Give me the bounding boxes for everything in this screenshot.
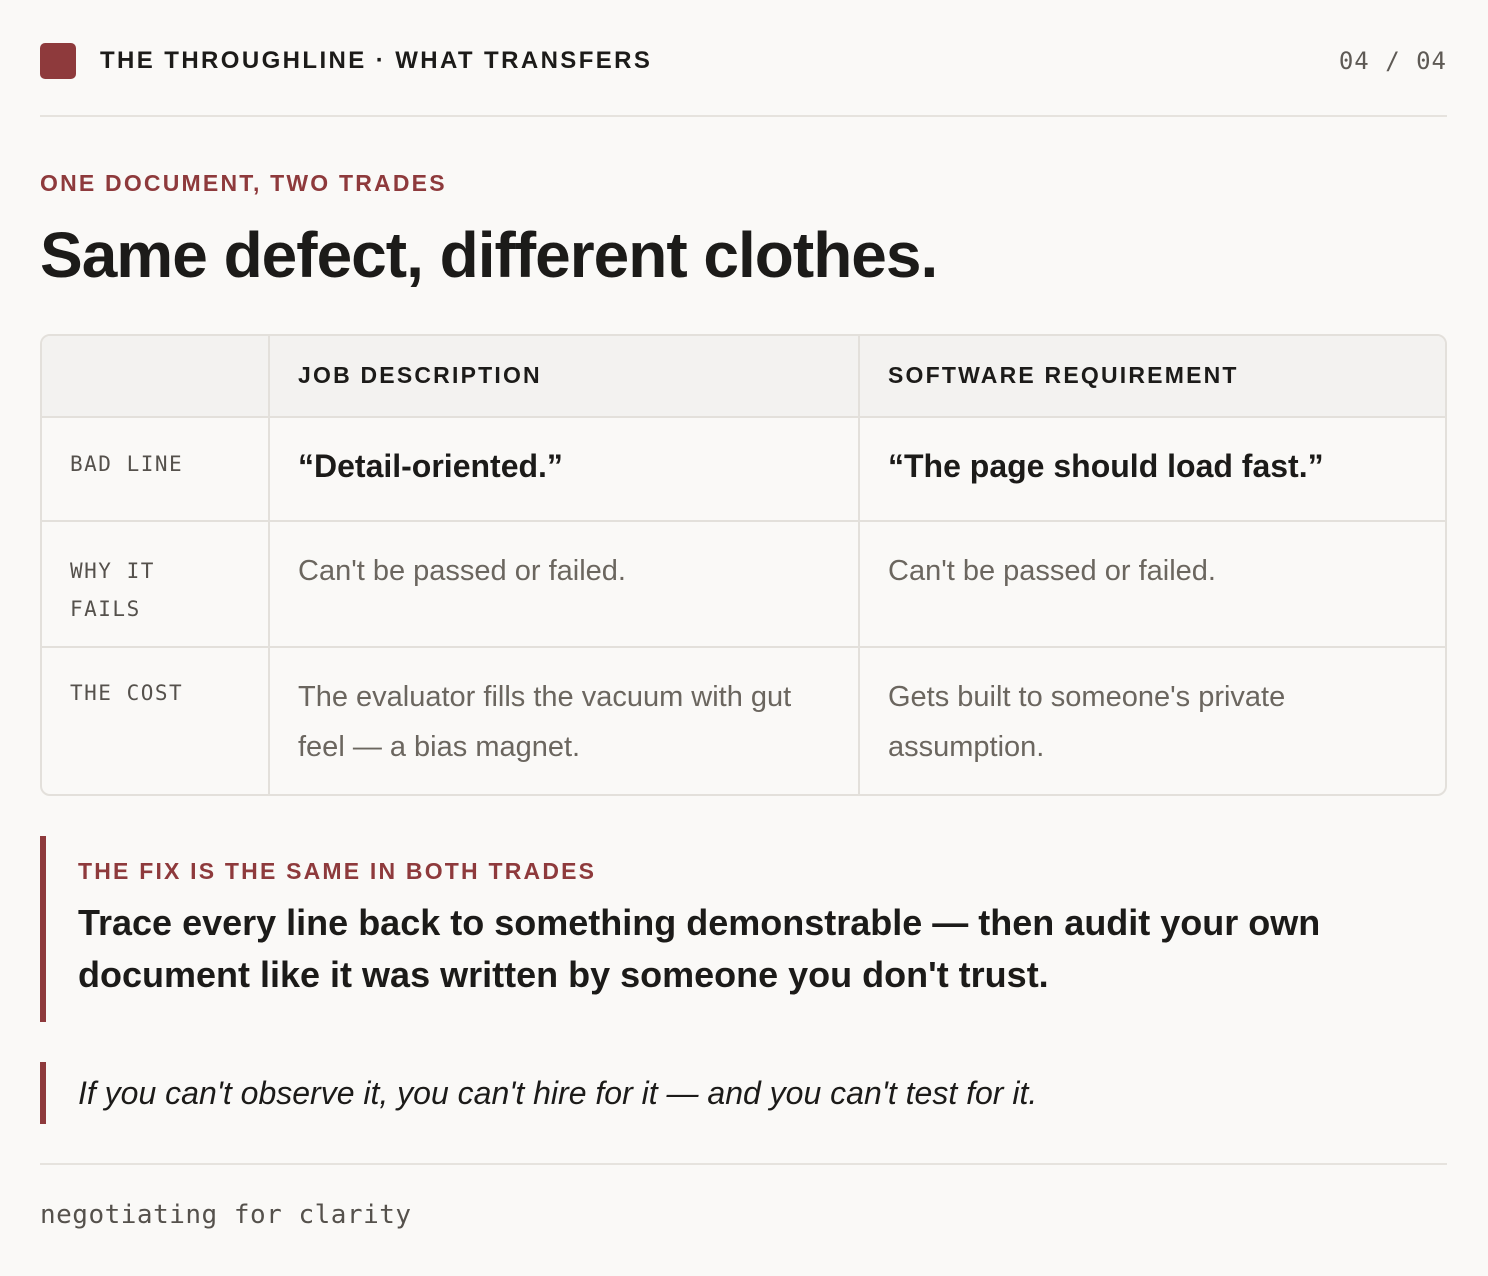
row-label-cell: WHY IT FAILS (42, 522, 268, 646)
software-cost: Gets built to someone's private assumpti… (888, 681, 1286, 763)
row-label-cell: THE COST (42, 648, 268, 794)
table-header-row: JOB DESCRIPTION SOFTWARE REQUIREMENT (42, 336, 1445, 416)
job-cell: Can't be passed or failed. (268, 522, 858, 646)
table-row: BAD LINE “Detail-oriented.” “The page sh… (42, 416, 1445, 520)
pull-quote-text: If you can't observe it, you can't hire … (78, 1074, 1038, 1111)
software-bad-line: “The page should load fast.” (888, 448, 1324, 484)
job-cell: The evaluator fills the vacuum with gut … (268, 648, 858, 794)
row-label: BAD LINE (70, 452, 184, 476)
header: THE THROUGHLINE · WHAT TRANSFERS 04 / 04 (40, 40, 1447, 82)
table-row: WHY IT FAILS Can't be passed or failed. … (42, 520, 1445, 646)
fix-callout: THE FIX IS THE SAME IN BOTH TRADES Trace… (40, 836, 1447, 1022)
header-divider (40, 115, 1447, 117)
row-label: THE COST (70, 681, 184, 705)
job-cell: “Detail-oriented.” (268, 418, 858, 520)
page-indicator: 04 / 04 (1338, 47, 1447, 75)
table-row: THE COST The evaluator fills the vacuum … (42, 646, 1445, 794)
brand-square-icon (40, 43, 76, 79)
section-eyebrow: ONE DOCUMENT, TWO TRADES (40, 170, 447, 196)
comparison-table: JOB DESCRIPTION SOFTWARE REQUIREMENT BAD… (40, 334, 1447, 796)
callout-text: Trace every line back to something demon… (78, 902, 1321, 995)
brand: THE THROUGHLINE · WHAT TRANSFERS (40, 43, 652, 79)
slide: THE THROUGHLINE · WHAT TRANSFERS 04 / 04… (40, 0, 1447, 1276)
table-header-software-requirement: SOFTWARE REQUIREMENT (858, 336, 1445, 416)
software-why-it-fails: Can't be passed or failed. (888, 555, 1216, 587)
pull-quote: If you can't observe it, you can't hire … (40, 1062, 1447, 1124)
row-label: WHY IT FAILS (70, 559, 155, 621)
table-header-empty (42, 336, 268, 416)
software-cell: “The page should load fast.” (858, 418, 1445, 520)
table-header-job-description: JOB DESCRIPTION (268, 336, 858, 416)
software-cell: Gets built to someone's private assumpti… (858, 648, 1445, 794)
row-label-cell: BAD LINE (42, 418, 268, 520)
software-cell: Can't be passed or failed. (858, 522, 1445, 646)
footer-divider (40, 1163, 1447, 1165)
callout-label: THE FIX IS THE SAME IN BOTH TRADES (78, 858, 597, 884)
job-bad-line: “Detail-oriented.” (298, 448, 563, 484)
page-title: Same defect, different clothes. (40, 219, 938, 291)
job-why-it-fails: Can't be passed or failed. (298, 555, 626, 587)
job-cost: The evaluator fills the vacuum with gut … (298, 681, 792, 763)
header-title: THE THROUGHLINE · WHAT TRANSFERS (100, 47, 653, 74)
footer-text: negotiating for clarity (40, 1200, 412, 1230)
